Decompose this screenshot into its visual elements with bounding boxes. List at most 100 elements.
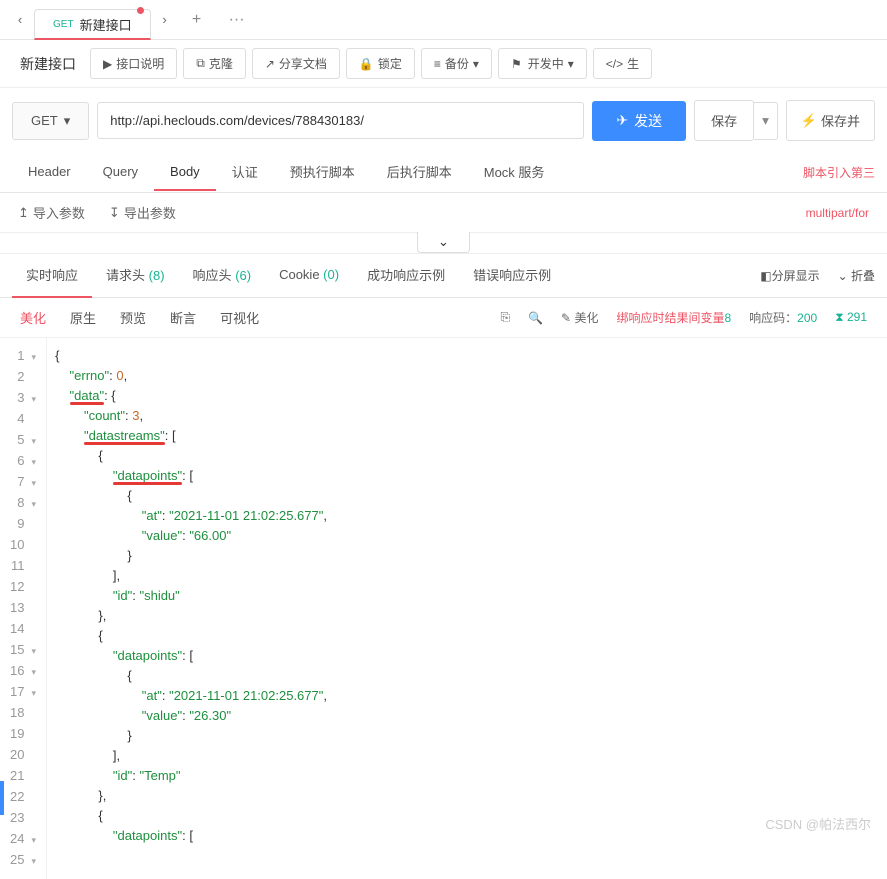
chevron-down-icon: ▾: [568, 57, 574, 71]
tab-more-button[interactable]: ···: [221, 4, 253, 36]
url-input[interactable]: [97, 102, 584, 139]
code-line: {: [55, 346, 327, 366]
status-code: 响应码：200: [749, 309, 817, 326]
tab-body[interactable]: Body: [154, 154, 216, 191]
line-number: 15 ▾: [10, 640, 40, 661]
code-icon: </>: [606, 57, 623, 71]
line-number: 4: [10, 409, 40, 430]
line-number: 24 ▾: [10, 829, 40, 850]
tab-query[interactable]: Query: [87, 154, 154, 191]
search-button[interactable]: 🔍: [528, 311, 543, 325]
line-number: 14: [10, 619, 40, 640]
tab-cookie[interactable]: Cookie (0): [265, 255, 353, 296]
tab-method: GET: [53, 19, 74, 30]
tab-postscript[interactable]: 后执行脚本: [371, 152, 468, 193]
code-content: { "errno": 0, "data": { "count": 3, "dat…: [47, 338, 327, 879]
save-and-button[interactable]: ⚡ 保存并: [786, 100, 875, 141]
tab-auth[interactable]: 认证: [216, 152, 274, 193]
tab-request-headers[interactable]: 请求头 (8): [92, 253, 179, 298]
line-number: 16 ▾: [10, 661, 40, 682]
side-indicator: [0, 781, 4, 815]
hourglass-icon: ⧗: [835, 310, 847, 324]
view-assert[interactable]: 断言: [170, 308, 196, 327]
line-number: 6 ▾: [10, 451, 40, 472]
io-row: ↥ 导入参数 ↧ 导出参数 multipart/for: [0, 193, 887, 232]
tab-success-example[interactable]: 成功响应示例: [353, 253, 459, 298]
tab-error-example[interactable]: 错误响应示例: [459, 253, 565, 298]
code-line: "id": "shidu": [55, 586, 327, 606]
db-icon: ≡: [434, 57, 441, 71]
gutter: 1 ▾2 3 ▾4 5 ▾6 ▾7 ▾8 ▾9 10 11 12 13 14 1…: [0, 338, 47, 879]
view-visual[interactable]: 可视化: [220, 308, 259, 327]
bind-var-button[interactable]: 绑响应时结果间变量8: [616, 309, 731, 326]
bolt-icon: ⚡: [801, 113, 817, 129]
tab-bar: ‹ GET 新建接口 › + ···: [0, 0, 887, 40]
unsaved-dot-icon: [137, 7, 144, 14]
code-line: {: [55, 626, 327, 646]
response-time: ⧗ 291: [835, 310, 867, 325]
method-select[interactable]: GET ▾: [12, 102, 89, 140]
send-icon: ✈: [616, 112, 628, 129]
tab-prescript[interactable]: 预执行脚本: [274, 152, 371, 193]
split-icon: ◧: [760, 269, 771, 283]
line-number: 9: [10, 514, 40, 535]
send-button[interactable]: ✈ 发送: [592, 101, 686, 141]
code-line: ],: [55, 746, 327, 766]
add-tab-button[interactable]: +: [181, 4, 213, 36]
code-line: },: [55, 786, 327, 806]
expand-handle[interactable]: ⌄: [417, 232, 470, 253]
line-number: 5 ▾: [10, 430, 40, 451]
tab-prev-button[interactable]: ‹: [8, 8, 32, 32]
code-editor[interactable]: 1 ▾2 3 ▾4 5 ▾6 ▾7 ▾8 ▾9 10 11 12 13 14 1…: [0, 338, 887, 879]
code-line: ],: [55, 566, 327, 586]
line-number: 20: [10, 745, 40, 766]
tab-response-headers[interactable]: 响应头 (6): [179, 253, 266, 298]
toolbar: 新建接口 ▶接口说明 ⧉克隆 ↗分享文档 🔒锁定 ≡备份 ▾ 开发中 ▾ </>…: [0, 40, 887, 88]
desc-button[interactable]: ▶接口说明: [90, 48, 177, 79]
response-tabs: 实时响应 请求头 (8) 响应头 (6) Cookie (0) 成功响应示例 错…: [0, 254, 887, 298]
line-number: 25 ▾: [10, 850, 40, 871]
line-number: 13: [10, 598, 40, 619]
code-line: "datapoints": [: [55, 646, 327, 666]
content-type-link[interactable]: multipart/for: [806, 206, 869, 220]
copy-button[interactable]: ⎘: [500, 310, 510, 325]
line-number: 12: [10, 577, 40, 598]
watermark: CSDN @帕法西尔: [765, 814, 871, 833]
tab-realtime[interactable]: 实时响应: [12, 253, 92, 298]
tab-header[interactable]: Header: [12, 154, 87, 191]
chevron-down-icon: ⌄: [438, 234, 449, 249]
script-link[interactable]: 脚本引入第三: [803, 164, 875, 181]
generate-button[interactable]: </>生: [593, 48, 652, 79]
tab-next-button[interactable]: ›: [153, 8, 177, 32]
lock-button[interactable]: 🔒锁定: [346, 48, 415, 79]
code-line: }: [55, 546, 327, 566]
view-preview[interactable]: 预览: [120, 308, 146, 327]
save-button[interactable]: 保存: [694, 100, 754, 141]
code-line: {: [55, 806, 327, 826]
beautify-button[interactable]: ✎ 美化: [561, 309, 598, 326]
line-number: 23: [10, 808, 40, 829]
export-params-button[interactable]: ↧ 导出参数: [109, 203, 176, 222]
wand-icon: ✎: [561, 311, 574, 325]
fold-button[interactable]: ⌄ 折叠: [838, 267, 875, 284]
tab-mock[interactable]: Mock 服务: [468, 152, 561, 193]
backup-button[interactable]: ≡备份 ▾: [421, 48, 492, 79]
line-number: 18: [10, 703, 40, 724]
split-view-button[interactable]: ◧分屏显示: [760, 267, 819, 284]
share-button[interactable]: ↗分享文档: [252, 48, 340, 79]
code-line: "count": 3,: [55, 406, 327, 426]
api-tab[interactable]: GET 新建接口: [34, 9, 151, 40]
save-dropdown-button[interactable]: ▾: [754, 102, 778, 140]
view-pretty[interactable]: 美化: [20, 308, 46, 327]
play-icon: ▶: [103, 57, 112, 71]
line-number: 1 ▾: [10, 346, 40, 367]
code-line: "value": "26.30": [55, 706, 327, 726]
download-icon: ↧: [109, 205, 120, 221]
code-line: {: [55, 486, 327, 506]
view-raw[interactable]: 原生: [70, 308, 96, 327]
line-number: 8 ▾: [10, 493, 40, 514]
tab-title: 新建接口: [80, 15, 132, 34]
dev-status-button[interactable]: 开发中 ▾: [498, 48, 587, 79]
clone-button[interactable]: ⧉克隆: [183, 48, 246, 79]
import-params-button[interactable]: ↥ 导入参数: [18, 203, 85, 222]
